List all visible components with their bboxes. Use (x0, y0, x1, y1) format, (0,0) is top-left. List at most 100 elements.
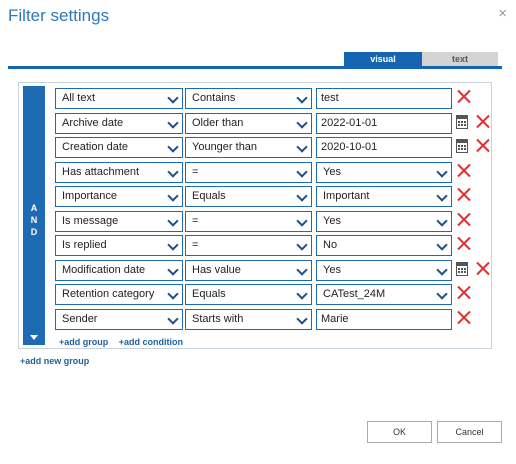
field-select-value: Importance (62, 190, 118, 202)
field-select-value: Is message (62, 214, 119, 227)
chevron-down-icon (436, 263, 448, 276)
field-select[interactable]: Has attachment (55, 161, 183, 183)
operator-select-value: Equals (192, 190, 226, 202)
field-select[interactable]: Creation date (55, 137, 183, 158)
value-select[interactable]: Yes (316, 210, 452, 232)
delete-condition-icon[interactable] (476, 138, 490, 152)
chevron-down-icon (167, 312, 179, 325)
value-select-value: Yes (323, 165, 341, 178)
delete-condition-icon[interactable] (457, 236, 471, 250)
operator-select-value: Equals (192, 288, 226, 300)
value-input[interactable]: Marie (316, 308, 452, 330)
operator-select[interactable]: = (185, 161, 312, 183)
value-input[interactable]: 2020-10-01 (316, 137, 452, 158)
operator-select[interactable]: Equals (185, 284, 312, 305)
add-new-group-link[interactable]: +add new group (20, 356, 89, 366)
chevron-down-icon (167, 92, 179, 104)
operator-select-value: = (192, 214, 199, 227)
field-select[interactable]: Modification date (55, 259, 183, 281)
operator-select[interactable]: Equals (185, 186, 312, 207)
operator-select-value: Older than (192, 116, 244, 129)
add-condition-link[interactable]: +add condition (119, 337, 183, 347)
cancel-button[interactable]: Cancel (437, 421, 502, 443)
mode-tabs: visual text (344, 52, 498, 66)
operator-select[interactable]: Younger than (185, 137, 312, 158)
chevron-down-icon (296, 165, 308, 178)
dialog-title: Filter settings (8, 6, 110, 25)
chevron-down-icon (167, 165, 179, 178)
field-select-value: Is replied (62, 239, 107, 251)
chevron-down-icon (167, 116, 179, 129)
value-select-value: Yes (323, 214, 341, 227)
operator-select[interactable]: Has value (185, 259, 312, 281)
value-input[interactable]: 2022-01-01 (316, 112, 452, 134)
tab-visual[interactable]: visual (344, 52, 422, 66)
field-select[interactable]: Sender (55, 308, 183, 330)
close-icon[interactable]: × (498, 5, 507, 22)
chevron-down-icon (436, 288, 448, 300)
field-select[interactable]: Is replied (55, 235, 183, 256)
chevron-down-icon (296, 141, 308, 153)
delete-condition-icon[interactable] (457, 163, 471, 177)
chevron-down-icon (296, 312, 308, 325)
calendar-icon[interactable] (456, 261, 468, 276)
operator-select[interactable]: Older than (185, 112, 312, 134)
field-select-value: Sender (62, 312, 98, 325)
delete-condition-icon[interactable] (457, 212, 471, 226)
collapse-arrow-icon[interactable] (30, 335, 38, 340)
value-select[interactable]: Yes (316, 161, 452, 183)
value-select-value: No (323, 239, 338, 251)
group-operator-bar[interactable]: A N D (23, 86, 45, 345)
delete-condition-icon[interactable] (457, 285, 471, 299)
field-select-value: Retention category (62, 288, 155, 300)
ok-button[interactable]: OK (367, 421, 432, 443)
value-select[interactable]: Yes (316, 259, 452, 281)
value-select-value: CATest_24M (323, 288, 386, 300)
value-select-value: Yes (323, 263, 341, 276)
value-select-value: Important (323, 190, 370, 202)
chevron-down-icon (296, 288, 308, 300)
value-input[interactable]: test (316, 88, 452, 109)
chevron-down-icon (167, 263, 179, 276)
delete-condition-icon[interactable] (457, 89, 471, 103)
tab-text[interactable]: text (422, 52, 498, 66)
calendar-icon[interactable] (456, 139, 468, 153)
field-select[interactable]: Retention category (55, 284, 183, 305)
delete-condition-icon[interactable] (457, 187, 471, 201)
field-select[interactable]: Importance (55, 186, 183, 207)
chevron-down-icon (296, 214, 308, 227)
chevron-down-icon (436, 190, 448, 202)
chevron-down-icon (436, 214, 448, 227)
operator-select-value: Younger than (192, 141, 258, 153)
delete-condition-icon[interactable] (476, 261, 490, 275)
operator-select[interactable]: Starts with (185, 308, 312, 330)
filter-group-panel: A N D All text Contains test Archive date Ol… (18, 82, 492, 349)
chevron-down-icon (296, 190, 308, 202)
tab-underline (8, 66, 502, 69)
group-links: +add group +add condition (59, 337, 191, 347)
chevron-down-icon (436, 239, 448, 251)
operator-select[interactable]: = (185, 235, 312, 256)
operator-select-value: Starts with (192, 312, 244, 325)
chevron-down-icon (436, 165, 448, 178)
chevron-down-icon (296, 263, 308, 276)
field-select-value: All text (62, 92, 96, 104)
operator-select-value: = (192, 165, 199, 178)
field-select-value: Modification date (62, 263, 146, 276)
field-select[interactable]: Archive date (55, 112, 183, 134)
delete-condition-icon[interactable] (457, 310, 471, 324)
field-select[interactable]: All text (55, 88, 183, 109)
value-select[interactable]: No (316, 235, 452, 256)
field-select-value: Creation date (62, 141, 129, 153)
add-group-link[interactable]: +add group (59, 337, 108, 347)
delete-condition-icon[interactable] (476, 114, 490, 128)
value-select[interactable]: Important (316, 186, 452, 207)
calendar-icon[interactable] (456, 114, 468, 129)
field-select-value: Archive date (62, 116, 124, 129)
operator-select[interactable]: = (185, 210, 312, 232)
chevron-down-icon (167, 214, 179, 227)
value-select[interactable]: CATest_24M (316, 284, 452, 305)
field-select[interactable]: Is message (55, 210, 183, 232)
operator-select[interactable]: Contains (185, 88, 312, 109)
operator-select-value: Contains (192, 92, 236, 104)
